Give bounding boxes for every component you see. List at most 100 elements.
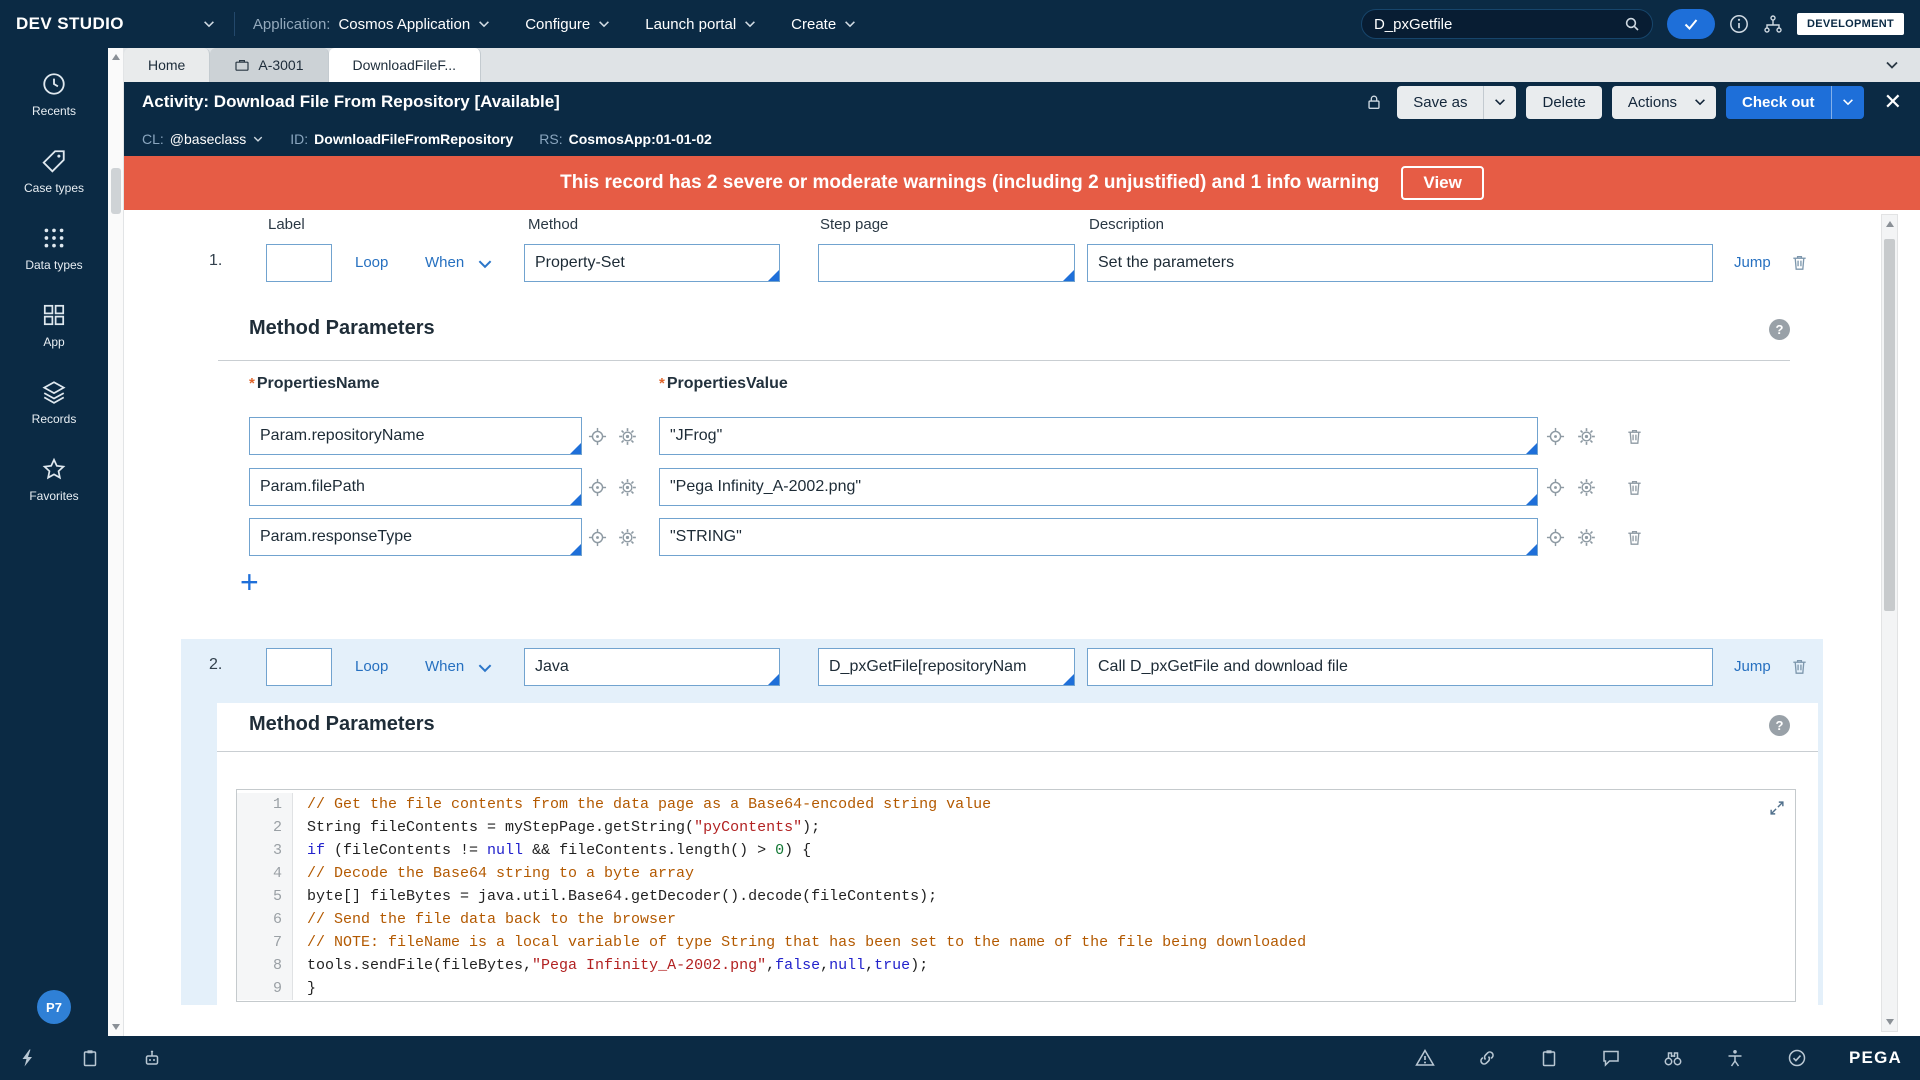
scroll-up-arrow[interactable] — [108, 50, 123, 64]
gear-icon[interactable] — [618, 478, 637, 497]
target-icon[interactable] — [1546, 528, 1565, 547]
when-link[interactable]: When — [425, 243, 464, 283]
user-avatar[interactable]: P7 — [37, 990, 71, 1024]
delete-step-icon[interactable] — [1790, 657, 1809, 676]
sidebar-item-recents[interactable]: Recents — [0, 56, 108, 133]
param-value-input[interactable] — [659, 518, 1538, 556]
method-input[interactable] — [524, 648, 780, 686]
help-icon[interactable]: ? — [1769, 319, 1790, 340]
sidebar-item-data-types[interactable]: Data types — [0, 210, 108, 287]
warning-triangle-icon[interactable] — [1415, 1048, 1435, 1068]
target-icon[interactable] — [1546, 427, 1565, 446]
configure-menu[interactable]: Configure — [525, 16, 611, 33]
code-text[interactable]: tools.sendFile(fileBytes,"Pega Infinity_… — [293, 954, 928, 977]
search-icon[interactable] — [1624, 16, 1640, 32]
target-icon[interactable] — [1546, 478, 1565, 497]
expand-icon[interactable] — [1768, 799, 1786, 817]
code-text[interactable]: // NOTE: fileName is a local variable of… — [293, 931, 1306, 954]
code-text[interactable]: // Decode the Base64 string to a byte ar… — [293, 862, 694, 885]
loop-link[interactable]: Loop — [355, 647, 388, 687]
class-field[interactable]: CL: @baseclass — [142, 131, 264, 147]
target-icon[interactable] — [588, 528, 607, 547]
param-name-input[interactable] — [249, 518, 582, 556]
sidebar-item-favorites[interactable]: Favorites — [0, 441, 108, 518]
check-out-button[interactable]: Check out — [1726, 85, 1831, 119]
gear-icon[interactable] — [1577, 478, 1596, 497]
gear-icon[interactable] — [618, 427, 637, 446]
code-text[interactable]: byte[] fileBytes = java.util.Base64.getD… — [293, 885, 937, 908]
create-menu[interactable]: Create — [791, 16, 857, 33]
trash-icon[interactable] — [1625, 427, 1644, 446]
loop-link[interactable]: Loop — [355, 243, 388, 283]
trash-icon[interactable] — [1625, 478, 1644, 497]
description-input[interactable] — [1087, 648, 1713, 686]
scroll-down-arrow[interactable] — [1882, 1015, 1897, 1029]
paste-icon[interactable] — [1539, 1048, 1559, 1068]
save-as-chevron-icon[interactable] — [1483, 85, 1517, 119]
link-icon[interactable] — [1477, 1048, 1497, 1068]
help-icon[interactable]: ? — [1769, 715, 1790, 736]
actions-button[interactable]: Actions — [1611, 85, 1717, 119]
sidebar-item-app[interactable]: App — [0, 287, 108, 364]
robot-icon[interactable] — [142, 1048, 162, 1068]
content-scrollbar[interactable] — [1881, 214, 1898, 1032]
code-text[interactable]: } — [293, 977, 316, 1000]
param-value-input[interactable] — [659, 468, 1538, 506]
search-submit-button[interactable] — [1666, 9, 1715, 39]
delete-step-icon[interactable] — [1790, 253, 1809, 272]
save-as-button[interactable]: Save as — [1397, 85, 1484, 119]
scroll-up-arrow[interactable] — [1882, 217, 1897, 231]
gear-icon[interactable] — [618, 528, 637, 547]
scrollbar-thumb[interactable] — [111, 168, 121, 214]
integration-map-icon[interactable] — [1763, 14, 1783, 34]
description-input[interactable] — [1087, 244, 1713, 282]
gear-icon[interactable] — [1577, 427, 1596, 446]
tab-overflow-chevron-icon[interactable] — [1884, 57, 1900, 73]
jump-link[interactable]: Jump — [1734, 243, 1771, 283]
binoculars-icon[interactable] — [1663, 1048, 1683, 1068]
step-label-input[interactable] — [266, 244, 332, 282]
code-text[interactable]: // Get the file contents from the data p… — [293, 793, 991, 816]
gear-icon[interactable] — [1577, 528, 1596, 547]
when-chevron-icon[interactable] — [476, 659, 494, 677]
target-icon[interactable] — [588, 478, 607, 497]
when-link[interactable]: When — [425, 647, 464, 687]
tab-downloadfile[interactable]: DownloadFileF... — [328, 48, 482, 82]
scrollbar-thumb[interactable] — [1884, 239, 1895, 611]
check-out-chevron-icon[interactable] — [1830, 85, 1864, 119]
tab-home[interactable]: Home — [124, 48, 211, 82]
jump-link[interactable]: Jump — [1734, 647, 1771, 687]
view-warnings-button[interactable]: View — [1401, 166, 1484, 200]
close-icon[interactable]: ✕ — [1884, 91, 1902, 113]
search-input[interactable] — [1373, 15, 1624, 33]
when-chevron-icon[interactable] — [476, 255, 494, 273]
sidebar-item-case-types[interactable]: Case types — [0, 133, 108, 210]
status-circle-icon[interactable] — [1787, 1048, 1807, 1068]
lightning-icon[interactable] — [18, 1048, 38, 1068]
info-icon[interactable] — [1729, 14, 1749, 34]
java-code-editor[interactable]: 1// Get the file contents from the data … — [236, 789, 1796, 1002]
code-text[interactable]: // Send the file data back to the browse… — [293, 908, 676, 931]
step-label-input[interactable] — [266, 648, 332, 686]
sidebar-item-records[interactable]: Records — [0, 364, 108, 441]
step-number[interactable]: 2. — [209, 656, 222, 674]
param-value-input[interactable] — [659, 417, 1538, 455]
scroll-down-arrow[interactable] — [108, 1020, 123, 1034]
step-page-input[interactable] — [818, 244, 1075, 282]
code-text[interactable]: if (fileContents != null && fileContents… — [293, 839, 811, 862]
clipboard-icon[interactable] — [80, 1048, 100, 1068]
param-name-input[interactable] — [249, 468, 582, 506]
studio-switcher-chevron-icon[interactable] — [202, 17, 216, 31]
tab-case-a3001[interactable]: A-3001 — [210, 48, 329, 82]
param-name-input[interactable] — [249, 417, 582, 455]
accessibility-icon[interactable] — [1725, 1048, 1745, 1068]
trash-icon[interactable] — [1625, 528, 1644, 547]
nav-scrollbar[interactable] — [108, 48, 124, 1036]
add-parameter-button[interactable]: + — [240, 566, 259, 598]
delete-button[interactable]: Delete — [1526, 85, 1602, 119]
step-page-input[interactable] — [818, 648, 1075, 686]
step-number[interactable]: 1. — [209, 252, 222, 270]
application-menu[interactable]: Cosmos Application — [338, 16, 491, 33]
chat-icon[interactable] — [1601, 1048, 1621, 1068]
method-input[interactable] — [524, 244, 780, 282]
